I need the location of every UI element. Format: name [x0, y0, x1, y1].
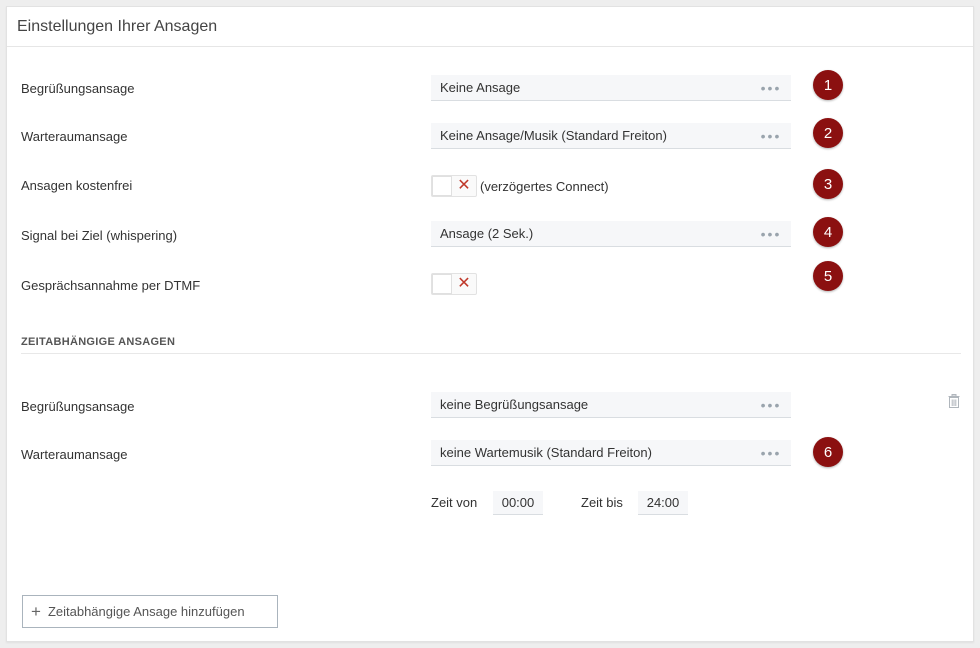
whispering-select[interactable]: Ansage (2 Sek.) ••• [431, 221, 791, 247]
toggle-knob [432, 274, 452, 294]
whispering-value: Ansage (2 Sek.) [440, 226, 534, 241]
greeting-label: Begrüßungsansage [21, 81, 135, 96]
section-divider [21, 353, 961, 354]
step-badge-4: 4 [813, 217, 843, 247]
delayed-connect-note: (verzögertes Connect) [480, 179, 609, 194]
time-greeting-select[interactable]: keine Begrüßungsansage ••• [431, 392, 791, 418]
step-badge-2: 2 [813, 118, 843, 148]
toggle-knob [432, 176, 452, 196]
whispering-label: Signal bei Ziel (whispering) [21, 228, 178, 243]
more-options-icon[interactable]: ••• [751, 446, 791, 460]
free-announcements-toggle[interactable]: ✕ [431, 175, 477, 197]
add-time-announcement-button[interactable]: + Zeitabhängige Ansage hinzufügen [22, 595, 278, 628]
more-options-icon[interactable]: ••• [751, 81, 791, 95]
step-badge-3: 3 [813, 169, 843, 199]
time-to-input[interactable]: 24:00 [638, 491, 688, 515]
plus-icon: + [31, 602, 41, 621]
time-from-input[interactable]: 00:00 [493, 491, 543, 515]
time-greeting-label: Begrüßungsansage [21, 399, 135, 414]
step-badge-1: 1 [813, 70, 843, 100]
time-from-label: Zeit von [431, 495, 478, 510]
close-icon: ✕ [457, 275, 471, 292]
waiting-select[interactable]: Keine Ansage/Musik (Standard Freiton) ••… [431, 123, 791, 149]
time-waiting-label: Warteraumansage [21, 447, 128, 462]
greeting-select[interactable]: Keine Ansage ••• [431, 75, 791, 101]
dtmf-label: Gesprächsannahme per DTMF [21, 278, 201, 293]
panel-title: Einstellungen Ihrer Ansagen [17, 17, 218, 35]
close-icon: ✕ [457, 177, 471, 194]
more-options-icon[interactable]: ••• [751, 227, 791, 241]
waiting-label: Warteraumansage [21, 129, 128, 144]
time-waiting-value: keine Wartemusik (Standard Freiton) [440, 445, 652, 460]
dtmf-toggle[interactable]: ✕ [431, 273, 477, 295]
step-badge-6: 6 [813, 437, 843, 467]
panel-header: Einstellungen Ihrer Ansagen [7, 7, 973, 47]
add-button-label: Zeitabhängige Ansage hinzufügen [47, 604, 245, 619]
time-greeting-value: keine Begrüßungsansage [440, 397, 589, 412]
time-waiting-select[interactable]: keine Wartemusik (Standard Freiton) ••• [431, 440, 791, 466]
more-options-icon[interactable]: ••• [751, 398, 791, 412]
settings-panel: Einstellungen Ihrer Ansagen Begrüßungsan… [6, 6, 974, 642]
time-section-title: ZEITABHÄNGIGE ANSAGEN [21, 336, 176, 348]
waiting-value: Keine Ansage/Musik (Standard Freiton) [440, 128, 667, 143]
trash-icon[interactable] [948, 394, 960, 408]
time-to-label: Zeit bis [581, 495, 623, 510]
step-badge-5: 5 [813, 261, 843, 291]
more-options-icon[interactable]: ••• [751, 129, 791, 143]
greeting-value: Keine Ansage [440, 80, 521, 95]
free-announcements-label: Ansagen kostenfrei [21, 178, 133, 193]
